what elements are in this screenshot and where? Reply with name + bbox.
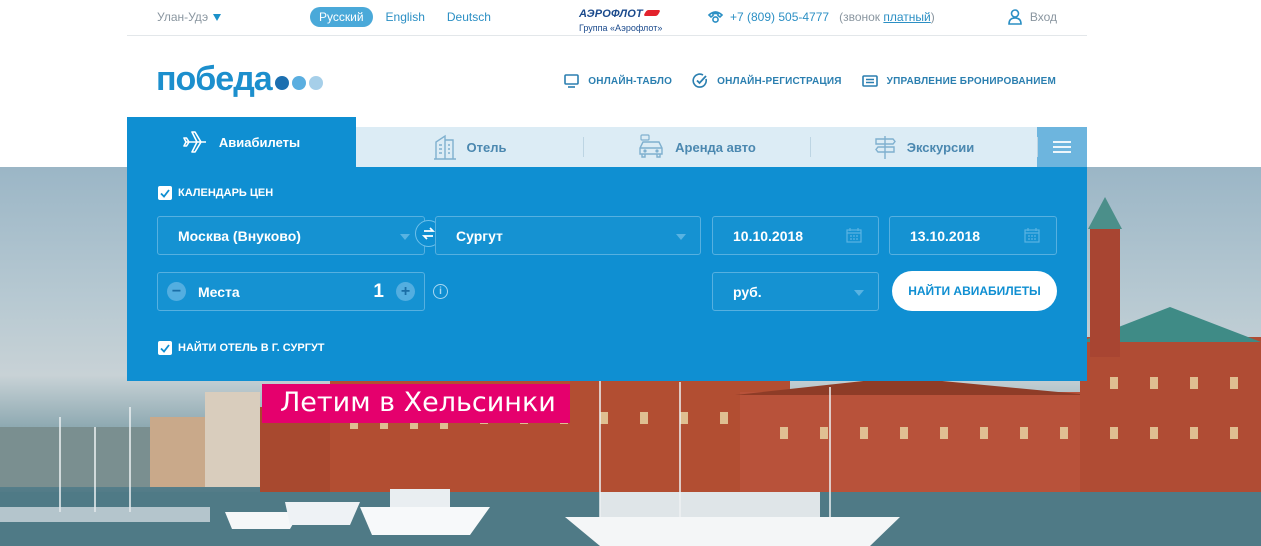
tab-flights[interactable]: Авиабилеты [127,117,356,167]
city-label: Улан-Удэ [157,10,209,24]
logo-text: победа [156,60,273,98]
tab-hotel[interactable]: Отель [356,127,583,167]
nav-online-checkin[interactable]: Онлайн-регистрация [692,73,842,89]
seats-value: 1 [373,281,384,302]
origin-select[interactable]: Москва (Внуково) [157,216,425,255]
aeroflot-brand: АЭРОФЛОТ [579,8,643,20]
top-bar: Улан-Удэ Русский English Deutsch АЭРОФЛО… [127,0,1087,36]
tab-car-rental[interactable]: Аренда авто [583,127,810,167]
lang-ru[interactable]: Русский [310,7,373,27]
lang-de[interactable]: Deutsch [438,7,500,27]
flight-search-panel: Календарь цен Москва (Внуково) Сургут 10… [127,167,1087,381]
promo-banner[interactable]: Летим в Хельсинки [262,384,570,423]
menu-button[interactable] [1037,127,1087,167]
price-calendar-checkbox[interactable]: Календарь цен [158,186,273,200]
checkbox-checked-icon [158,341,172,355]
aeroflot-group: Группа «Аэрофлот» [579,23,663,33]
logo-dots [274,76,323,90]
tab-excursions[interactable]: Экскурсии [810,127,1037,167]
swap-arrows-icon [421,227,436,240]
lang-en[interactable]: English [377,7,434,27]
info-icon[interactable]: i [433,284,448,299]
nav-online-board[interactable]: Онлайн-табло [564,73,672,89]
car-icon [639,134,663,158]
header-nav: Онлайн-табло Онлайн-регистрация Управлен… [564,73,1056,89]
login-link[interactable]: Вход [1008,9,1057,25]
seats-label: Места [198,283,240,300]
airplane-icon [183,131,206,153]
chevron-down-icon [854,290,864,296]
pobeda-logo[interactable]: победа [156,62,323,96]
chevron-down-icon [213,14,222,22]
city-selector[interactable]: Улан-Удэ [157,10,222,24]
hotel-building-icon [433,134,456,160]
checkmark-circle-icon [692,73,708,88]
currency-select[interactable]: руб. [712,272,879,311]
monitor-icon [564,74,580,88]
departure-date-field[interactable]: 10.10.2018 [712,216,879,255]
return-date-field[interactable]: 13.10.2018 [889,216,1057,255]
calendar-icon [846,228,862,243]
language-switcher: Русский English Deutsch [310,7,500,27]
nav-manage-booking[interactable]: Управление бронированием [861,73,1056,89]
service-tabs: Авиабилеты Отель Аренда авто Экскурсии [127,117,1087,167]
phone-note: (звонок платный) [839,10,935,24]
phone-block: +7 (809) 505-4777 (звонок платный) [707,10,935,24]
checkbox-checked-icon [158,186,172,200]
calendar-icon [1024,228,1040,243]
booking-card-icon [861,75,878,87]
plus-button[interactable]: + [396,282,415,301]
find-flights-button[interactable]: Найти авиабилеты [892,271,1057,311]
phone-icon [707,11,724,23]
aeroflot-logo[interactable]: АЭРОФЛОТ Группа «Аэрофлот» [579,4,679,33]
tab-bar: Отель Аренда авто Экскурсии [356,127,1087,167]
chevron-down-icon [400,234,410,240]
aeroflot-wing-icon [643,9,661,16]
chevron-down-icon [676,234,686,240]
minus-button[interactable]: − [167,282,186,301]
seats-stepper: − Места 1 + [157,272,425,311]
hamburger-menu-icon [1053,141,1071,153]
user-icon [1008,9,1022,25]
phone-number[interactable]: +7 (809) 505-4777 [730,10,829,24]
signpost-icon [874,136,896,159]
paid-call-link[interactable]: платный [883,10,930,24]
find-hotel-checkbox[interactable]: Найти отель в г. Сургут [158,341,325,355]
destination-select[interactable]: Сургут [435,216,701,255]
login-label: Вход [1029,10,1057,24]
